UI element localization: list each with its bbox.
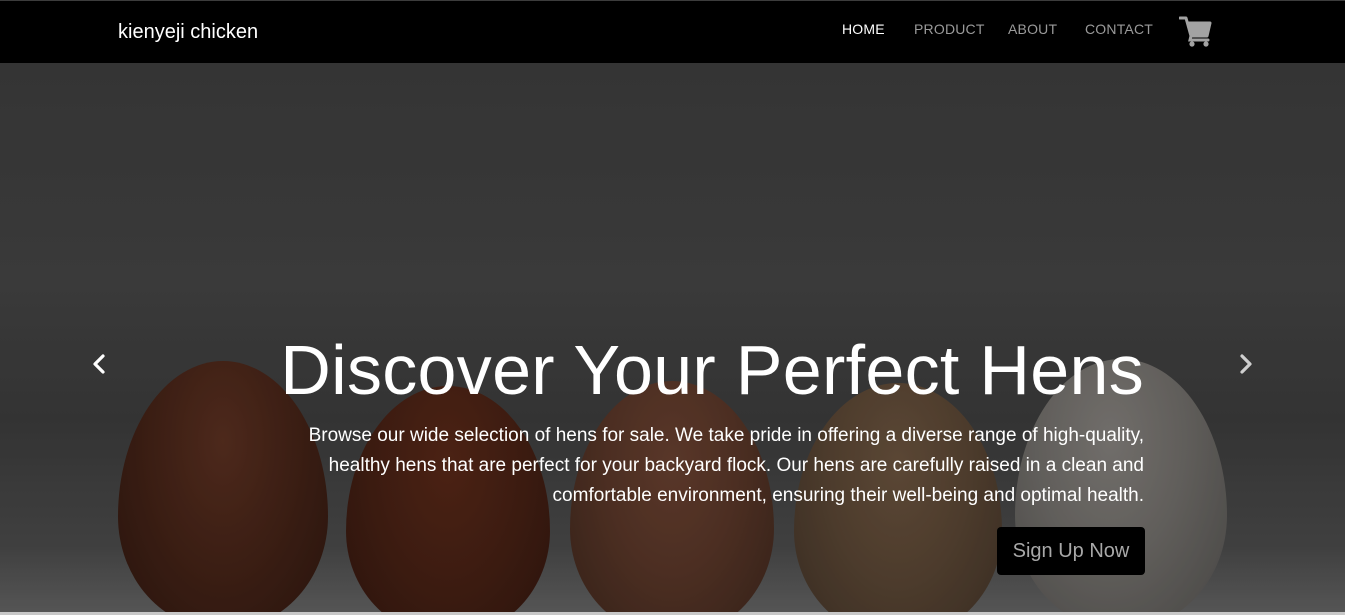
nav-link-product[interactable]: PRODUCT	[914, 21, 985, 37]
chevron-right-glyph	[1240, 354, 1252, 374]
nav-item-contact: CONTACT	[1085, 21, 1153, 39]
brand-link[interactable]: kienyeji chicken	[118, 21, 258, 43]
hero-headline: Discover Your Perfect Hens	[280, 331, 1144, 409]
chevron-right-icon[interactable]	[1234, 352, 1258, 376]
shopping-cart-icon[interactable]	[1178, 15, 1212, 47]
chevron-left-icon[interactable]	[87, 352, 111, 376]
nav-link-about[interactable]: ABOUT	[1008, 21, 1057, 37]
nav-link-home[interactable]: HOME	[842, 21, 885, 37]
nav-link-contact[interactable]: CONTACT	[1085, 21, 1153, 37]
nav-item-product: PRODUCT	[914, 21, 985, 39]
nav-item-about: ABOUT	[1008, 21, 1057, 39]
hero-description: Browse our wide selection of hens for sa…	[308, 425, 1144, 506]
chevron-left-glyph	[93, 354, 105, 374]
shopping-cart-glyph	[1178, 16, 1212, 47]
nav-item-home: HOME	[842, 21, 885, 39]
hero-carousel: Discover Your Perfect Hens Browse our wi…	[0, 63, 1345, 612]
sign-up-button[interactable]: Sign Up Now	[997, 527, 1145, 575]
navbar: kienyeji chicken HOME PRODUCT ABOUT CONT…	[0, 0, 1345, 63]
